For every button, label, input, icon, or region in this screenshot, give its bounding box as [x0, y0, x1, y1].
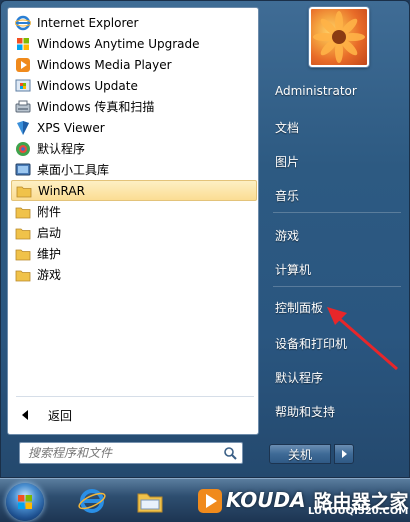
folder-icon — [15, 228, 31, 239]
program-item-games[interactable]: 游戏 — [11, 264, 257, 285]
divider — [16, 396, 254, 397]
right-link-games[interactable]: 游戏 — [269, 223, 405, 247]
windows-update-icon — [15, 79, 31, 91]
program-item-internet-explorer[interactable]: Internet Explorer — [11, 12, 257, 33]
media-player-icon — [198, 489, 222, 513]
taskbar-explorer-button[interactable] — [130, 481, 170, 521]
program-label: Windows Media Player — [37, 57, 172, 72]
right-link-computer[interactable]: 计算机 — [269, 257, 405, 281]
program-label: 默认程序 — [37, 142, 86, 156]
ie-icon — [78, 489, 106, 513]
annotation-arrow — [327, 307, 398, 371]
media-player-icon — [16, 57, 30, 72]
folder-icon — [15, 249, 31, 260]
right-link-pictures[interactable]: 图片 — [269, 149, 405, 173]
program-label: 维护 — [37, 247, 62, 261]
folder-icon — [15, 207, 31, 218]
program-label: 桌面小工具库 — [37, 163, 110, 177]
program-item-windows-media-player[interactable]: Windows Media Player — [11, 54, 257, 75]
start-menu: Internet Explorer Windows Anytime Upgrad… — [0, 0, 410, 478]
fax-scanner-icon — [15, 100, 31, 112]
program-label: XPS Viewer — [37, 120, 105, 135]
folder-icon — [137, 493, 163, 513]
program-item-accessories[interactable]: 附件 — [11, 201, 257, 222]
program-label: 游戏 — [37, 268, 62, 282]
gadgets-icon — [15, 163, 31, 175]
right-link-help[interactable]: 帮助和支持 — [269, 399, 405, 423]
taskbar-ie-button[interactable] — [72, 481, 112, 521]
folder-icon — [16, 186, 32, 197]
ie-icon — [15, 15, 31, 30]
right-link-documents[interactable]: 文档 — [269, 115, 405, 139]
back-label: 返回 — [48, 408, 73, 423]
program-item-startup[interactable]: 启动 — [11, 222, 257, 243]
search-input[interactable] — [20, 444, 210, 462]
program-label: Internet Explorer — [37, 15, 139, 30]
shutdown-options-button[interactable] — [334, 444, 354, 464]
search-box[interactable] — [19, 442, 243, 464]
windows-flag-icon — [17, 37, 29, 50]
xps-viewer-icon — [17, 120, 29, 135]
back-arrow-icon — [22, 410, 28, 420]
user-avatar[interactable] — [309, 7, 369, 67]
program-item-maintenance[interactable]: 维护 — [11, 243, 257, 264]
watermark-url: LUYOUQI520.COM — [308, 506, 409, 517]
folder-icon — [15, 270, 31, 281]
back-button[interactable]: 返回 — [14, 404, 254, 426]
windows-logo-icon — [18, 495, 32, 509]
program-item-xps-viewer[interactable]: XPS Viewer — [11, 117, 257, 138]
program-item-fax-scan[interactable]: Windows 传真和扫描 — [11, 96, 257, 117]
chevron-right-icon — [341, 450, 347, 458]
divider — [273, 286, 401, 287]
program-item-winrar[interactable]: WinRAR — [11, 180, 257, 201]
flower-picture-icon — [313, 11, 365, 63]
program-label: Windows Update — [37, 78, 138, 93]
taskbar-media-player-button[interactable] — [190, 481, 230, 521]
default-programs-icon — [16, 141, 30, 156]
program-label: Windows 传真和扫描 — [37, 100, 155, 114]
divider — [273, 212, 401, 213]
right-link-user[interactable]: Administrator — [269, 79, 405, 103]
program-item-gadgets[interactable]: 桌面小工具库 — [11, 159, 257, 180]
program-item-default-programs[interactable]: 默认程序 — [11, 138, 257, 159]
program-label: WinRAR — [38, 183, 85, 198]
search-icon[interactable] — [223, 446, 237, 460]
program-label: Windows Anytime Upgrade — [37, 36, 200, 51]
program-label: 启动 — [37, 226, 62, 240]
start-button[interactable] — [6, 483, 44, 521]
program-item-windows-anytime-upgrade[interactable]: Windows Anytime Upgrade — [11, 33, 257, 54]
right-link-music[interactable]: 音乐 — [269, 183, 405, 207]
programs-pane: Internet Explorer Windows Anytime Upgrad… — [7, 7, 259, 435]
program-label: 附件 — [37, 205, 62, 219]
shutdown-button[interactable]: 关机 — [269, 444, 331, 464]
program-item-windows-update[interactable]: Windows Update — [11, 75, 257, 96]
watermark-brand: KOUDA — [226, 488, 306, 512]
